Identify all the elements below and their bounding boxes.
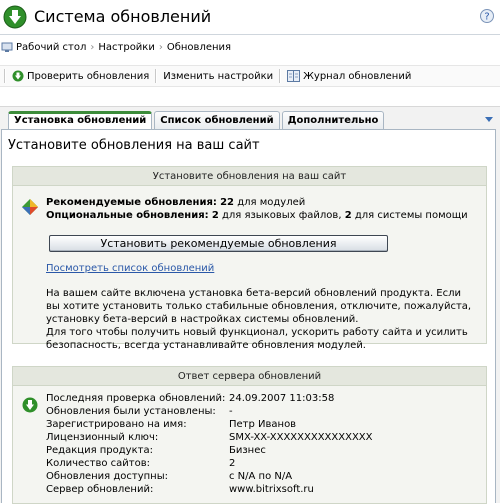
- server-info-value: Петр Иванов: [229, 419, 297, 430]
- server-info-label: Обновления доступны:: [46, 471, 168, 482]
- breadcrumb: Рабочий стол › Настройки › Обновления: [0, 38, 500, 56]
- toolbar-divider: [4, 69, 6, 83]
- server-info-label: Сервер обновлений:: [46, 484, 154, 495]
- svg-text:?: ?: [484, 12, 489, 23]
- section-title: Установите обновления на ваш сайт: [8, 138, 260, 153]
- tab-bar: Установка обновлений Список обновлений Д…: [8, 111, 386, 130]
- view-updates-list-link[interactable]: Посмотреть список обновлений: [46, 263, 214, 274]
- server-info-label: Зарегистрировано на имя:: [46, 419, 187, 430]
- install-recommended-button[interactable]: Установить рекомендуемые обновления: [49, 235, 388, 252]
- security-info-text: Для того чтобы получить новый функционал…: [46, 327, 468, 351]
- server-info-row: Количество сайтов: 2: [46, 458, 235, 469]
- optional-count-lang: 2: [211, 210, 219, 221]
- change-settings-label: Изменить настройки: [163, 70, 274, 82]
- recommended-suffix: для модулей: [237, 197, 306, 208]
- server-info-row: Зарегистрировано на имя: Петр Иванов: [46, 419, 296, 430]
- server-info-value: www.bitrixsoft.ru: [229, 484, 314, 495]
- update-package-icon: [22, 199, 38, 215]
- recommended-updates-line: Рекомендуемые обновления: 22 для модулей: [46, 197, 305, 208]
- server-info-row: Последняя проверка обновлений: 24.09.200…: [46, 393, 334, 404]
- optional-mid-text: для языковых файлов,: [221, 210, 342, 221]
- breadcrumb-item-updates: Обновления: [166, 41, 232, 53]
- tab-install-updates[interactable]: Установка обновлений: [8, 111, 153, 130]
- breadcrumb-item-settings[interactable]: Настройки: [98, 42, 154, 53]
- server-info-row: Лицензионный ключ: SMX-XX-XXXXXXXXXXXXXX…: [46, 432, 373, 443]
- server-info-row: Редакция продукта: Бизнес: [46, 445, 266, 456]
- server-info-label: Лицензионный ключ:: [46, 432, 159, 443]
- server-info-row: Обновления были установлены: -: [46, 406, 233, 417]
- recommended-count: 22: [220, 197, 235, 208]
- optional-suffix: для системы помощи: [354, 210, 468, 221]
- server-info-row: Сервер обновлений: www.bitrixsoft.ru: [46, 484, 314, 495]
- server-info-value: 24.09.2007 11:03:58: [229, 393, 335, 404]
- server-info-value: с N/A по N/A: [229, 471, 293, 482]
- check-updates-button[interactable]: Проверить обновления: [12, 70, 149, 82]
- beta-info-text: На вашем сайте включена установка бета-в…: [46, 288, 472, 325]
- home-icon: [1, 42, 13, 52]
- toolbar-divider: [279, 69, 282, 83]
- breadcrumb-separator: ›: [158, 41, 163, 53]
- toolbar: Проверить обновления Изменить настройки …: [0, 65, 500, 87]
- check-updates-label: Проверить обновления: [27, 70, 150, 82]
- optional-updates-line: Опциональные обновления: 2 для языковых …: [46, 210, 468, 221]
- server-info-value: Бизнес: [229, 445, 266, 456]
- server-info-value: 2: [229, 458, 236, 469]
- tab-updates-list[interactable]: Список обновлений: [154, 111, 280, 129]
- tabs-menu-arrow-icon[interactable]: [484, 116, 494, 124]
- optional-count-help: 2: [344, 210, 352, 221]
- tab-additional[interactable]: Дополнительно: [281, 111, 385, 129]
- change-settings-button[interactable]: Изменить настройки: [163, 71, 273, 82]
- help-icon[interactable]: ?: [480, 9, 494, 23]
- server-info-label: Обновления были установлены:: [46, 406, 216, 417]
- server-update-icon: [22, 397, 38, 413]
- server-info-value: -: [229, 406, 233, 417]
- tab-content: Установите обновления на ваш сайт Устано…: [1, 129, 496, 504]
- server-response-box: Ответ сервера обновлений Последняя прове…: [12, 366, 487, 504]
- toolbar-divider: [155, 69, 158, 83]
- optional-label: Опциональные обновления:: [46, 210, 209, 221]
- server-info-label: Количество сайтов:: [46, 458, 151, 469]
- update-log-label: Журнал обновлений: [303, 70, 412, 82]
- breadcrumb-separator: ›: [90, 41, 95, 53]
- recommended-label: Рекомендуемые обновления:: [46, 197, 217, 208]
- journal-icon: [287, 70, 301, 82]
- server-info-value: SMX-XX-XXXXXXXXXXXXXXX: [229, 432, 373, 443]
- server-info-label: Редакция продукта:: [46, 445, 153, 456]
- green-update-arrow-icon: [3, 5, 27, 29]
- breadcrumb-item-desktop[interactable]: Рабочий стол: [16, 42, 86, 53]
- page-title: Система обновлений: [34, 7, 212, 26]
- server-info-label: Последняя проверка обновлений:: [46, 393, 226, 404]
- page-header: Система обновлений ?: [0, 0, 500, 34]
- install-updates-box: Установите обновления на ваш сайт Рекоме…: [12, 166, 487, 351]
- update-log-button[interactable]: Журнал обновлений: [287, 70, 411, 82]
- install-box-header: Установите обновления на ваш сайт: [13, 167, 486, 186]
- header-divider: [0, 34, 500, 35]
- check-updates-icon: [12, 70, 24, 82]
- server-info-row: Обновления доступны: с N/A по N/A: [46, 471, 292, 482]
- server-box-header: Ответ сервера обновлений: [13, 367, 486, 386]
